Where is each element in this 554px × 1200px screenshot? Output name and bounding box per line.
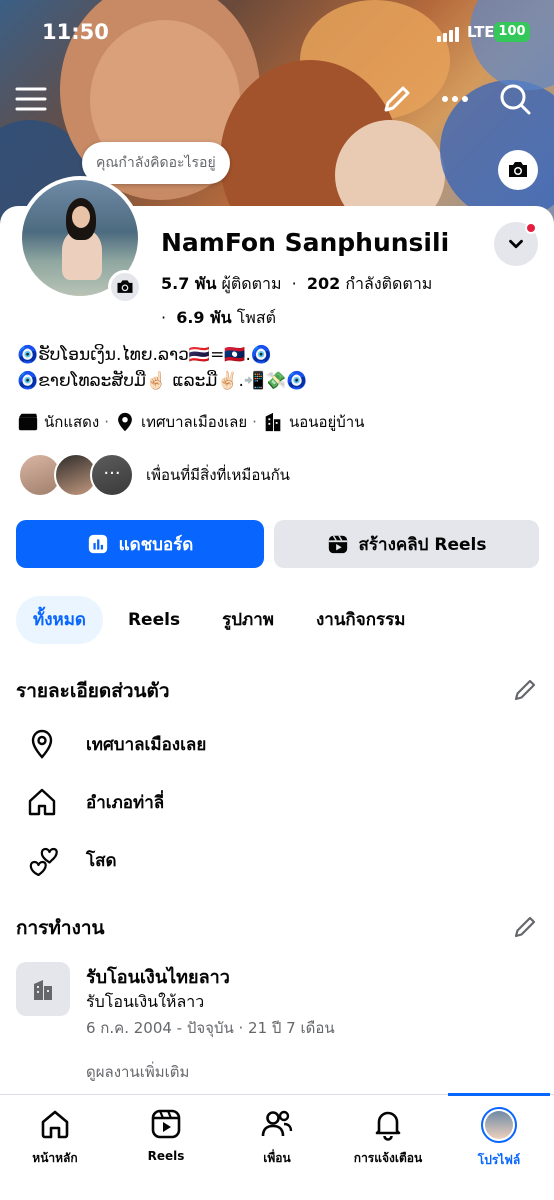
bio: 🧿ຮັບໂອນເງິນ.ໄທຍ.ລາວ🇹🇭=🇱🇦.🧿 🧿ຂາຍໂທລະສັບມື… <box>17 342 307 394</box>
info-item-location[interactable]: เทศบาลเมืองเลย <box>114 410 247 434</box>
nav-profile[interactable]: โปรไฟล์ <box>449 1107 549 1170</box>
network-type: LTE <box>467 23 495 41</box>
follow-stats[interactable]: 5.7 พัน ผู้ติดตาม · 202 กำลังติดตาม <box>161 272 432 297</box>
profile-avatar <box>481 1107 517 1143</box>
friends-icon <box>261 1110 293 1137</box>
posts-count: 6.9 พัน <box>176 308 232 327</box>
work-dates: 6 ก.ค. 2004 - ปัจจุบัน · 21 ปี 7 เดือน <box>86 1019 335 1037</box>
nav-label: การแจ้งเตือน <box>353 1151 423 1165</box>
separator-dot: · <box>161 308 167 327</box>
detail-item-location[interactable]: เทศบาลเมืองเลย <box>26 724 206 764</box>
nav-label: โปรไฟล์ <box>477 1153 521 1167</box>
work-position: รับโอนเงินให้ลาว <box>86 992 205 1011</box>
create-reels-button[interactable]: สร้างคลิป Reels <box>274 520 539 568</box>
status-bubble[interactable]: คุณกำลังคิดอะไรอยู่ <box>82 142 230 184</box>
more-options-icon[interactable] <box>438 82 472 116</box>
mutual-friends-text: เพื่อนที่มีสิ่งที่เหมือนกัน <box>146 466 290 484</box>
tab-reels[interactable]: Reels <box>111 596 197 644</box>
edit-profile-icon[interactable] <box>380 82 414 116</box>
tab-all[interactable]: ทั้งหมด <box>16 596 103 644</box>
reels-icon <box>151 1109 181 1139</box>
battery-icon: 100 <box>494 22 530 42</box>
dashboard-button[interactable]: แดชบอร์ด <box>16 520 264 568</box>
bio-line: 🧿ຮັບໂອນເງິນ.ໄທຍ.ລາວ🇹🇭=🇱🇦.🧿 <box>17 345 273 365</box>
edit-details-pencil-icon[interactable] <box>512 677 538 703</box>
search-icon[interactable] <box>498 82 532 116</box>
followers-count: 5.7 พัน <box>161 274 217 293</box>
info-label: นอนอยู่บ้าน <box>288 413 365 431</box>
edit-work-pencil-icon[interactable] <box>512 914 538 940</box>
see-more-work-link[interactable]: ดูผลงานเพิ่มเติม <box>86 1060 189 1084</box>
info-label: นักแสดง <box>44 413 100 431</box>
edit-avatar-camera-icon[interactable] <box>108 270 142 304</box>
info-label: เทศบาลเมืองเลย <box>141 413 248 431</box>
tab-events[interactable]: งานกิจกรรม <box>299 596 422 644</box>
intro-info-row: นักแสดง · เทศบาลเมืองเลย · นอนอยู่บ้าน <box>17 410 364 434</box>
posts-stats: · 6.9 พัน โพสต์ <box>161 306 276 331</box>
menu-icon[interactable] <box>14 82 48 116</box>
nav-home[interactable]: หน้าหลัก <box>5 1107 105 1168</box>
profile-name: NamFon Sanphunsili <box>161 228 450 257</box>
profile-dropdown-button[interactable] <box>494 222 538 266</box>
reels-icon <box>328 535 347 554</box>
home-icon <box>28 788 56 816</box>
personal-details-title: รายละเอียดส่วนตัว <box>16 680 170 702</box>
tab-photos[interactable]: รูปภาพ <box>205 596 291 644</box>
chevron-down-icon <box>509 239 523 249</box>
nav-label: หน้าหลัก <box>32 1151 78 1165</box>
separator-dot: · <box>104 413 110 431</box>
friend-avatar-more: ··· <box>90 453 134 497</box>
posts-label: โพสต์ <box>236 308 276 327</box>
status-bar: 11:50 LTE 100 <box>0 20 554 48</box>
signal-icon <box>437 26 463 42</box>
nav-friends[interactable]: เพื่อน <box>227 1107 327 1168</box>
followers-label: ผู้ติดตาม <box>221 274 282 293</box>
profile-tabs: ทั้งหมด Reels รูปภาพ งานกิจกรรม <box>16 596 430 644</box>
profile-card <box>0 206 554 1106</box>
bio-line: 🧿ຂາຍໂທລະສັບມື☝🏻 ແລະມື✌🏻.📲💸🧿 <box>17 371 308 391</box>
building-icon <box>265 412 281 432</box>
dashboard-label: แดชบอร์ด <box>118 534 194 555</box>
create-reels-label: สร้างคลิป Reels <box>358 534 487 555</box>
nav-label: เพื่อน <box>263 1151 291 1165</box>
info-item-workplace[interactable]: นอนอยู่บ้าน <box>262 410 365 434</box>
edit-cover-camera-icon[interactable] <box>498 150 538 190</box>
detail-item-hometown[interactable]: อำเภอท่าลี่ <box>26 782 164 822</box>
active-tab-indicator <box>448 1093 550 1096</box>
location-pin-icon <box>31 729 53 759</box>
detail-label: โสด <box>86 850 117 871</box>
detail-label: เทศบาลเมืองเลย <box>86 734 207 755</box>
work-company: รับโอนเงินไทยลาว <box>86 967 230 988</box>
notification-dot <box>525 222 537 234</box>
bell-icon <box>375 1111 401 1141</box>
dashboard-icon <box>88 534 107 554</box>
following-count: 202 <box>306 274 341 293</box>
more-glyph: ··· <box>103 463 121 484</box>
mutual-friends-row[interactable]: ··· เพื่อนที่มีสิ่งที่เหมือนกัน <box>18 453 290 497</box>
home-icon <box>41 1110 69 1139</box>
location-pin-icon <box>118 412 132 432</box>
hearts-icon <box>29 847 58 876</box>
separator-dot: · <box>252 413 257 431</box>
separator-dot: · <box>291 274 297 293</box>
detail-label: อำเภอท่าลี่ <box>86 792 165 813</box>
work-section-title: การทำงาน <box>16 917 105 939</box>
nav-reels[interactable]: Reels <box>116 1107 216 1163</box>
nav-label: Reels <box>147 1149 185 1163</box>
info-item-occupation[interactable]: นักแสดง <box>17 410 99 434</box>
clapperboard-icon <box>18 413 38 431</box>
detail-item-relationship[interactable]: โสด <box>26 840 117 880</box>
company-building-icon <box>16 962 70 1016</box>
nav-notifications[interactable]: การแจ้งเตือน <box>338 1107 438 1168</box>
following-label: กำลังติดตาม <box>345 274 433 293</box>
status-time: 11:50 <box>42 20 109 44</box>
bottom-nav: หน้าหลัก Reels เพื่อน การแจ้งเตือน โปรไฟ… <box>0 1093 554 1200</box>
